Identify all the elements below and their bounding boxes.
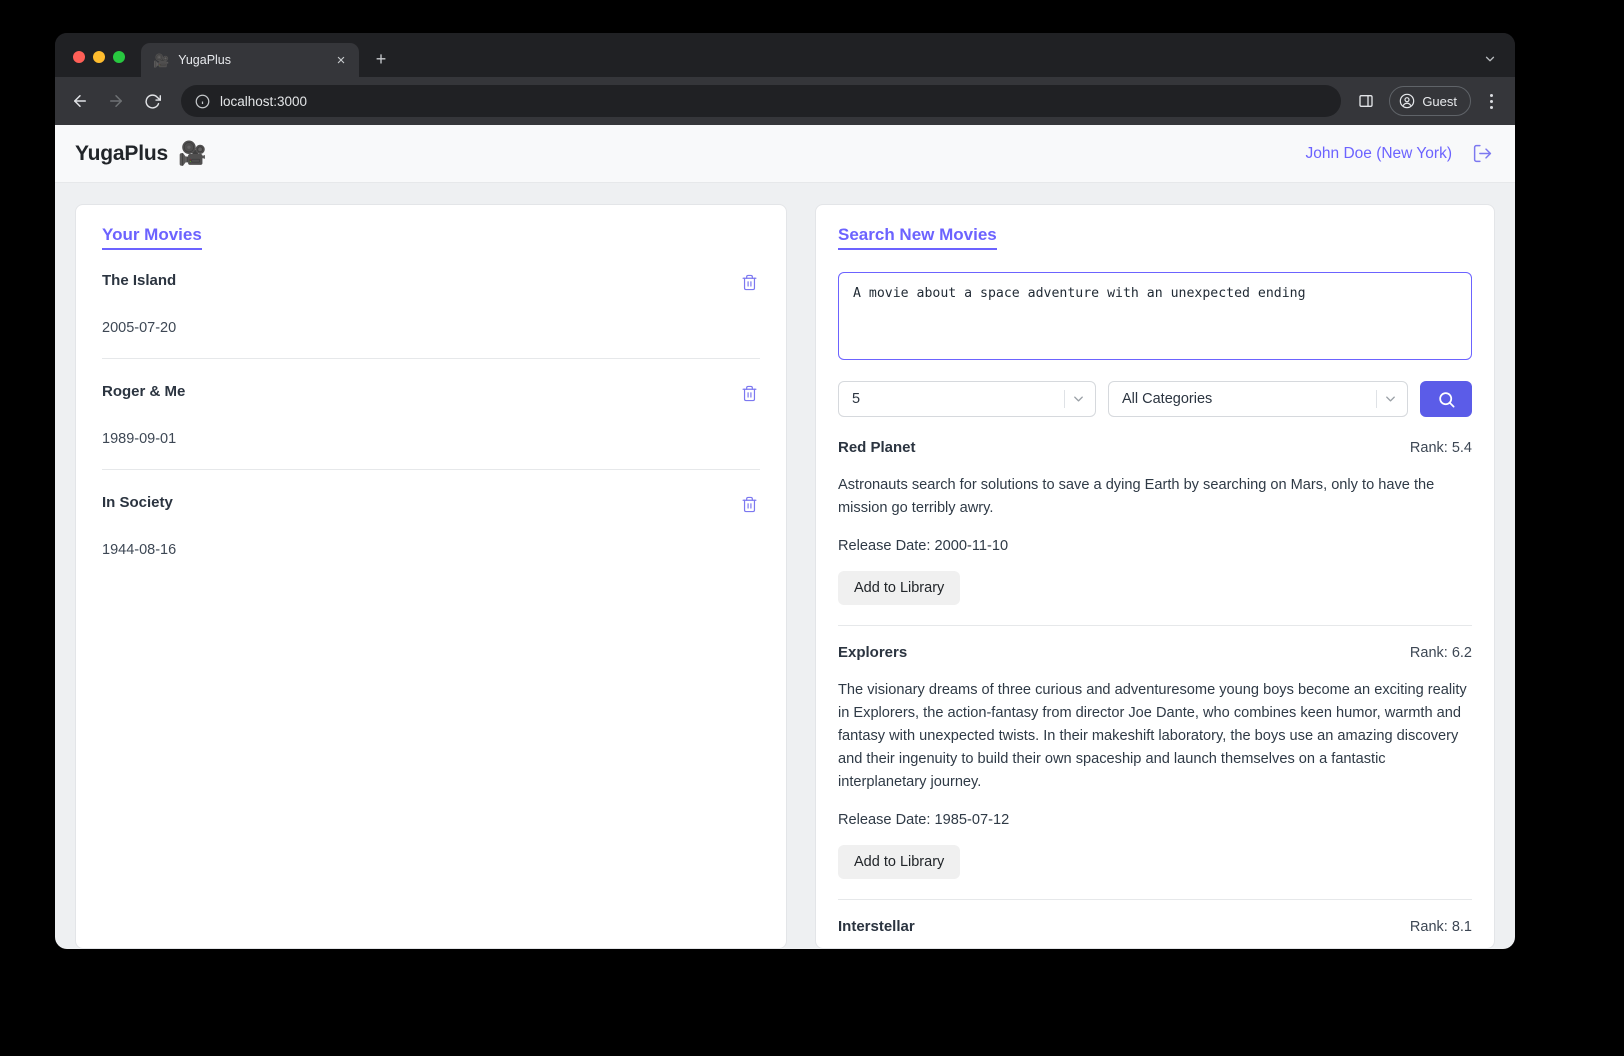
address-bar[interactable]: localhost:3000 bbox=[181, 85, 1342, 117]
movie-title: The Island bbox=[102, 272, 177, 289]
search-input[interactable] bbox=[838, 272, 1472, 360]
account-circle-icon bbox=[1399, 93, 1415, 109]
trash-icon[interactable] bbox=[739, 272, 760, 293]
forward-arrow-icon[interactable] bbox=[99, 84, 133, 118]
brand-name: YugaPlus bbox=[75, 141, 168, 165]
tab-title: YugaPlus bbox=[178, 53, 232, 67]
add-to-library-button[interactable]: Add to Library bbox=[838, 845, 961, 880]
maximize-window-button[interactable] bbox=[113, 51, 125, 63]
page-viewport: YugaPlus 🎥 John Doe (New York) Your Movi… bbox=[55, 125, 1515, 949]
sign-out-icon[interactable] bbox=[1472, 143, 1493, 164]
movie-header: The Island bbox=[102, 272, 760, 293]
trash-icon[interactable] bbox=[739, 383, 760, 404]
select-divider bbox=[1376, 390, 1377, 408]
your-movies-card: Your Movies The Island 2005-07-20 Roger bbox=[75, 204, 787, 949]
close-window-button[interactable] bbox=[73, 51, 85, 63]
list-item: Roger & Me 1989-09-01 bbox=[102, 383, 760, 470]
add-to-library-button[interactable]: Add to Library bbox=[838, 571, 961, 606]
category-value: All Categories bbox=[1122, 391, 1213, 407]
result-header: Red Planet Rank: 5.4 bbox=[838, 439, 1472, 456]
result-rank: Rank: 5.4 bbox=[1409, 440, 1472, 456]
result-item: Explorers Rank: 6.2 The visionary dreams… bbox=[838, 626, 1472, 901]
movie-release-date: 1944-08-16 bbox=[102, 542, 177, 558]
reload-icon[interactable] bbox=[135, 84, 169, 118]
result-title: Explorers bbox=[838, 644, 908, 662]
search-movies-card: Search New Movies 5 All Categories bbox=[815, 204, 1495, 949]
app-header: YugaPlus 🎥 John Doe (New York) bbox=[55, 125, 1515, 183]
movie-header: Roger & Me bbox=[102, 383, 760, 404]
profile-label: Guest bbox=[1422, 93, 1457, 109]
search-movies-title[interactable]: Search New Movies bbox=[838, 225, 997, 250]
screen: 🎥 YugaPlus × + localhost:3000 Guest Yuga… bbox=[0, 0, 1624, 1056]
search-results: Red Planet Rank: 5.4 Astronauts search f… bbox=[838, 421, 1472, 948]
movie-title: In Society bbox=[102, 494, 173, 511]
movie-camera-icon: 🎥 bbox=[177, 140, 207, 166]
result-title: Red Planet bbox=[838, 439, 916, 456]
movie-camera-icon: 🎥 bbox=[153, 52, 170, 68]
user-profile-link[interactable]: John Doe (New York) bbox=[1306, 145, 1452, 163]
result-rank: Rank: 8.1 bbox=[1409, 919, 1472, 936]
movie-title: Roger & Me bbox=[102, 383, 186, 400]
chevron-down-icon bbox=[1071, 392, 1086, 407]
tab-strip: 🎥 YugaPlus × + bbox=[55, 33, 1515, 77]
chevron-down-icon[interactable] bbox=[1477, 46, 1503, 72]
select-divider bbox=[1064, 390, 1065, 408]
window-controls bbox=[55, 51, 141, 77]
profile-button[interactable]: Guest bbox=[1389, 86, 1471, 116]
browser-tab[interactable]: 🎥 YugaPlus × bbox=[141, 43, 359, 77]
result-release-date: Release Date: 1985-07-12 bbox=[838, 812, 1010, 829]
sidebar-toggle-icon[interactable] bbox=[1351, 86, 1381, 116]
trash-icon[interactable] bbox=[739, 494, 760, 515]
category-select[interactable]: All Categories bbox=[1108, 381, 1408, 417]
result-release-date: Release Date: 2000-11-10 bbox=[838, 538, 1009, 555]
new-tab-button[interactable]: + bbox=[367, 45, 395, 73]
back-arrow-icon[interactable] bbox=[63, 84, 97, 118]
movie-header: In Society bbox=[102, 494, 760, 515]
result-item: Interstellar Rank: 8.1 bbox=[838, 900, 1472, 948]
result-item: Red Planet Rank: 5.4 Astronauts search f… bbox=[838, 421, 1472, 627]
close-tab-icon[interactable]: × bbox=[331, 50, 351, 70]
url-text: localhost:3000 bbox=[220, 93, 308, 109]
movie-release-date: 2005-07-20 bbox=[102, 320, 177, 336]
result-title: Interstellar bbox=[838, 918, 915, 936]
info-icon[interactable] bbox=[195, 94, 210, 109]
kebab-menu-icon[interactable] bbox=[1477, 86, 1505, 116]
your-movies-title[interactable]: Your Movies bbox=[102, 225, 202, 250]
result-description: The visionary dreams of three curious an… bbox=[838, 682, 1467, 791]
chevron-down-icon bbox=[1383, 392, 1398, 407]
list-item: In Society 1944-08-16 bbox=[102, 494, 760, 580]
search-controls: 5 All Categories bbox=[838, 381, 1472, 417]
result-header: Explorers Rank: 6.2 bbox=[838, 644, 1472, 661]
minimize-window-button[interactable] bbox=[93, 51, 105, 63]
result-description: Astronauts search for solutions to save … bbox=[838, 477, 1435, 517]
result-count-value: 5 bbox=[852, 391, 861, 407]
brand[interactable]: YugaPlus 🎥 bbox=[75, 142, 207, 166]
result-header: Interstellar Rank: 8.1 bbox=[838, 918, 1472, 935]
search-button[interactable] bbox=[1420, 381, 1472, 417]
result-count-select[interactable]: 5 bbox=[838, 381, 1096, 417]
browser-window: 🎥 YugaPlus × + localhost:3000 Guest Yuga… bbox=[55, 33, 1515, 949]
search-icon bbox=[1437, 390, 1456, 409]
list-item: The Island 2005-07-20 bbox=[102, 272, 760, 359]
header-right: John Doe (New York) bbox=[1306, 143, 1493, 164]
movie-release-date: 1989-09-01 bbox=[102, 431, 177, 447]
main-content: Your Movies The Island 2005-07-20 Roger bbox=[55, 183, 1515, 949]
browser-toolbar: localhost:3000 Guest bbox=[55, 77, 1515, 125]
result-rank: Rank: 6.2 bbox=[1409, 645, 1472, 662]
